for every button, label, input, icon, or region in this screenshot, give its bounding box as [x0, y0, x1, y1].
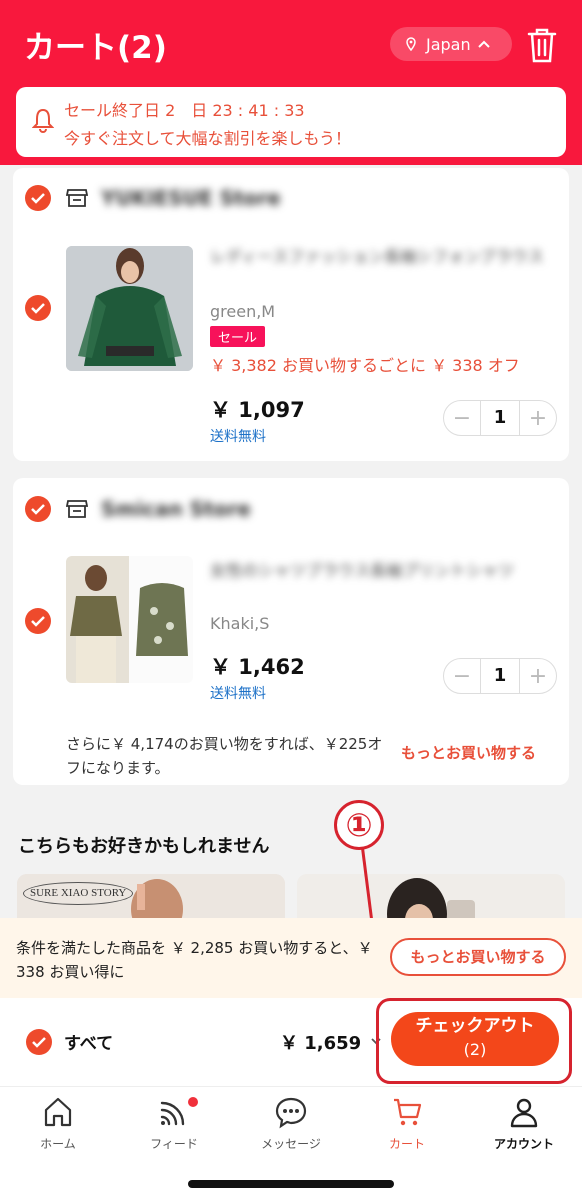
shop-more-link[interactable]: もっとお買い物する: [401, 742, 536, 763]
condition-text: 条件を満たした商品を ￥ 2,285 お買い物すると、￥ 338 お買い得に: [16, 939, 373, 981]
store-checkbox[interactable]: [25, 496, 51, 522]
select-all-label: すべて: [64, 1034, 114, 1054]
feed-icon: [160, 1101, 185, 1126]
brand-logo: SURE XIAO STORY: [23, 882, 134, 905]
decrease-button[interactable]: −: [444, 406, 480, 431]
check-icon: [31, 303, 45, 314]
promo-text: 今すぐ注文して大幅な割引を楽しもう！: [64, 129, 352, 148]
home-icon: [44, 1097, 72, 1127]
product-title[interactable]: レディースファッション長袖シフォンブラウス: [210, 244, 550, 270]
select-all-checkbox[interactable]: [26, 1029, 52, 1055]
annotation-number: ①: [334, 800, 384, 850]
country-label: Japan: [426, 34, 471, 54]
store-name[interactable]: Smican Store: [101, 497, 251, 521]
page-title: カート(2): [24, 30, 167, 66]
quantity-value[interactable]: 1: [480, 659, 520, 693]
tab-home[interactable]: ホーム: [0, 1095, 116, 1152]
quantity-stepper: − 1 +: [443, 658, 557, 694]
location-pin-icon: [406, 37, 416, 51]
total-price[interactable]: ￥ 1,659: [280, 1029, 361, 1055]
item-checkbox[interactable]: [25, 608, 51, 634]
check-icon: [31, 193, 45, 204]
store-name[interactable]: YUKIESUE Store: [101, 186, 281, 210]
decrease-button[interactable]: −: [444, 664, 480, 689]
quantity-value[interactable]: 1: [480, 401, 520, 435]
store-card: YUKIESUE Store レディースファッション長袖シフォンブラウス gre…: [13, 168, 569, 461]
home-indicator: [188, 1180, 394, 1188]
tab-label: カート: [388, 1137, 425, 1151]
product-price: ￥ 1,097: [210, 398, 305, 422]
message-icon: [275, 1097, 307, 1129]
trash-icon[interactable]: [525, 26, 559, 64]
increase-button[interactable]: +: [520, 406, 556, 431]
store-promo: ￥ 3,382 お買い物するごとに ￥ 338 オフ: [210, 356, 520, 375]
green-blouse-image: [66, 246, 193, 371]
tab-feed[interactable]: フィード: [116, 1095, 232, 1152]
product-variant[interactable]: green,M: [210, 302, 275, 321]
product-title[interactable]: 女性のシャツブラウス長袖プリントシャツ: [210, 558, 550, 584]
product-image[interactable]: [66, 246, 193, 371]
tab-account[interactable]: アカウント: [466, 1095, 582, 1152]
tab-label: ホーム: [40, 1137, 76, 1151]
store-checkbox[interactable]: [25, 185, 51, 211]
check-icon: [31, 616, 45, 627]
shop-more-button[interactable]: もっとお買い物する: [390, 938, 566, 976]
sale-countdown-banner: セール終了日 2 日 23 : 41 : 33 今すぐ注文して大幅な割引を楽しも…: [16, 87, 566, 157]
notification-dot: [188, 1097, 198, 1107]
recommend-title: こちらもお好きかもしれません: [18, 836, 270, 857]
account-icon: [510, 1098, 538, 1128]
sale-badge: セール: [210, 326, 266, 347]
product-price: ￥ 1,462: [210, 655, 305, 679]
product-image[interactable]: [66, 556, 193, 683]
tab-message[interactable]: メッセージ: [233, 1095, 349, 1152]
condition-bar: 条件を満たした商品を ￥ 2,285 お買い物すると、￥ 338 お買い得に も…: [0, 918, 582, 998]
annotation-highlight-box: [376, 998, 572, 1084]
countdown-text: セール終了日 2 日 23 : 41 : 33: [64, 101, 305, 120]
tab-label: フィード: [150, 1137, 198, 1151]
store-card: Smican Store 女性のシャツブラウス長袖プリントシャツ Khaki,S…: [13, 478, 569, 785]
tab-label: アカウント: [493, 1137, 554, 1151]
discount-note: さらに￥ 4,174のお買い物をすれば、￥225オフになります。: [66, 735, 383, 777]
increase-button[interactable]: +: [520, 664, 556, 689]
item-checkbox[interactable]: [25, 295, 51, 321]
chevron-up-icon: [477, 40, 490, 48]
check-icon: [32, 1037, 46, 1048]
country-selector[interactable]: Japan: [390, 27, 512, 61]
free-shipping-label: 送料無料: [210, 429, 266, 445]
header: カート(2) Japan セール終了日 2 日 23 : 41 : 33 今すぐ…: [0, 0, 582, 165]
tab-label: メッセージ: [261, 1137, 321, 1151]
khaki-shirt-image: [66, 556, 193, 683]
store-icon: [66, 189, 88, 207]
product-variant[interactable]: Khaki,S: [210, 614, 269, 633]
cart-icon: [394, 1098, 422, 1126]
quantity-stepper: − 1 +: [443, 400, 557, 436]
store-icon: [66, 500, 88, 518]
free-shipping-label: 送料無料: [210, 686, 266, 702]
tab-cart[interactable]: カート: [349, 1095, 465, 1152]
bell-icon: [32, 108, 54, 133]
check-icon: [31, 504, 45, 515]
